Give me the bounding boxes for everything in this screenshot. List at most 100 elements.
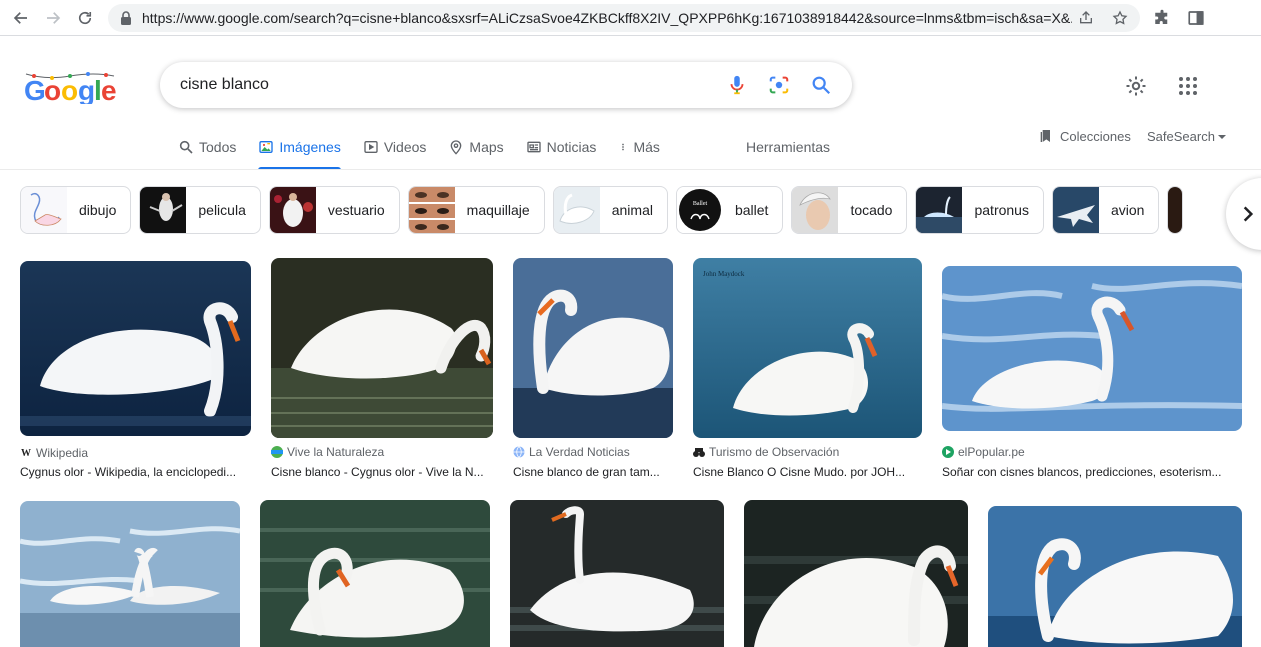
- image-icon: [259, 141, 274, 153]
- chip-label: tocado: [850, 202, 893, 218]
- result-source[interactable]: elPopular.pe: [942, 445, 1025, 459]
- image-result[interactable]: [260, 500, 490, 647]
- tab-noticias[interactable]: Noticias: [526, 136, 596, 170]
- url-text[interactable]: https://www.google.com/search?q=cisne+bl…: [142, 10, 1072, 26]
- result-image[interactable]: [744, 500, 968, 647]
- search-icon: [179, 140, 193, 154]
- reload-icon[interactable]: [74, 7, 96, 29]
- chip-label: pelicula: [198, 202, 246, 218]
- svg-text:o: o: [61, 75, 78, 104]
- chip-avion[interactable]: avion: [1051, 186, 1160, 234]
- apps-grid-icon[interactable]: [1176, 74, 1200, 98]
- image-result[interactable]: elPopular.pe Soñar con cisnes blancos, p…: [942, 266, 1242, 481]
- collections-button[interactable]: Colecciones: [1038, 128, 1131, 144]
- result-source[interactable]: Vive la Naturaleza: [271, 445, 384, 459]
- tab-label: Todos: [199, 139, 237, 155]
- tab-label: Más: [633, 139, 660, 155]
- collections-label: Colecciones: [1060, 128, 1131, 144]
- browser-toolbar: https://www.google.com/search?q=cisne+bl…: [0, 0, 1261, 36]
- image-result[interactable]: [20, 501, 240, 647]
- chip-animal[interactable]: animal: [552, 186, 668, 234]
- chip-pelicula[interactable]: pelicula: [139, 186, 261, 234]
- tools-button[interactable]: Herramientas: [746, 139, 830, 155]
- chip-tocado[interactable]: tocado: [791, 186, 908, 234]
- extensions-icon[interactable]: [1153, 9, 1171, 27]
- result-title[interactable]: Cisne blanco - Cygnus olor - Vive la N..…: [271, 465, 486, 479]
- chip-thumbnail: [269, 187, 316, 233]
- chip-ballet[interactable]: Ballet ballet: [675, 186, 784, 234]
- image-result[interactable]: Vive la Naturaleza Cisne blanco - Cygnus…: [271, 258, 493, 481]
- tab-imagenes[interactable]: Imágenes: [258, 136, 342, 170]
- result-image[interactable]: [510, 500, 724, 647]
- settings-gear-icon[interactable]: [1124, 74, 1148, 98]
- forward-icon[interactable]: [42, 7, 64, 29]
- image-result[interactable]: [510, 500, 724, 647]
- tab-label: Videos: [383, 139, 427, 155]
- tab-maps[interactable]: Maps: [448, 136, 504, 170]
- globe-favicon-icon: [513, 446, 525, 458]
- safesearch-button[interactable]: SafeSearch: [1147, 129, 1227, 144]
- back-icon[interactable]: [10, 7, 32, 29]
- image-result[interactable]: La Verdad Noticias Cisne blanco de gran …: [513, 258, 673, 481]
- chip-partial[interactable]: [1167, 186, 1184, 234]
- result-image[interactable]: John Maydock: [693, 258, 922, 438]
- result-title[interactable]: Cisne blanco de gran tam...: [513, 465, 673, 479]
- wikipedia-favicon-icon: W: [21, 447, 31, 459]
- chip-vestuario[interactable]: vestuario: [268, 186, 400, 234]
- microphone-icon[interactable]: [726, 74, 748, 96]
- chip-thumbnail: [140, 187, 187, 233]
- image-result[interactable]: [744, 500, 968, 647]
- share-icon[interactable]: [1078, 10, 1094, 26]
- chip-dibujo[interactable]: dibujo: [20, 186, 132, 234]
- source-name: elPopular.pe: [958, 445, 1025, 459]
- google-logo[interactable]: G o o g l e: [24, 70, 116, 104]
- search-input[interactable]: [180, 76, 700, 94]
- image-result[interactable]: W Wikipedia Cygnus olor - Wikipedia, la …: [20, 261, 251, 481]
- svg-text:John Maydock: John Maydock: [703, 270, 745, 278]
- result-title[interactable]: Cisne Blanco O Cisne Mudo. por JOH...: [693, 465, 922, 479]
- address-bar[interactable]: https://www.google.com/search?q=cisne+bl…: [108, 4, 1140, 32]
- result-image[interactable]: [942, 266, 1242, 431]
- result-source[interactable]: La Verdad Noticias: [513, 445, 630, 459]
- chip-label: maquillaje: [466, 202, 530, 218]
- result-image[interactable]: [513, 258, 673, 438]
- tab-videos[interactable]: Videos: [363, 136, 427, 170]
- result-source[interactable]: W Wikipedia: [20, 446, 88, 460]
- chip-thumbnail: [1052, 187, 1099, 233]
- result-image[interactable]: [988, 506, 1242, 647]
- search-box: [160, 62, 852, 108]
- chip-maquillaje[interactable]: maquillaje: [407, 186, 545, 234]
- image-result[interactable]: John Maydock Turismo de Observación Cisn…: [693, 258, 922, 481]
- chip-label: avion: [1110, 202, 1145, 218]
- source-name: Wikipedia: [36, 446, 89, 460]
- chips-next-button[interactable]: [1226, 178, 1261, 250]
- chip-label: vestuario: [327, 202, 385, 218]
- chip-thumbnail: [21, 187, 67, 233]
- chip-thumbnail: [916, 187, 963, 233]
- chip-thumbnail: [1168, 187, 1183, 233]
- result-image[interactable]: [260, 500, 490, 647]
- tab-mas[interactable]: Más: [618, 136, 660, 170]
- search-icon[interactable]: [810, 74, 832, 96]
- result-image[interactable]: [20, 261, 251, 436]
- result-title[interactable]: Cygnus olor - Wikipedia, la enciclopedi.…: [20, 465, 251, 479]
- camera-lens-icon[interactable]: [768, 74, 790, 96]
- source-name: Turismo de Observación: [709, 445, 840, 459]
- side-panel-icon[interactable]: [1187, 9, 1205, 27]
- image-result[interactable]: [988, 506, 1242, 647]
- chip-patronus[interactable]: patronus: [915, 186, 1044, 234]
- map-pin-icon: [451, 140, 462, 155]
- result-image[interactable]: [20, 501, 240, 647]
- elpopular-favicon-icon: [942, 446, 954, 458]
- chip-thumbnail: [553, 187, 600, 233]
- result-title[interactable]: Soñar con cisnes blancos, predicciones, …: [942, 465, 1234, 479]
- result-source[interactable]: Turismo de Observación: [693, 445, 839, 459]
- tab-todos[interactable]: Todos: [178, 136, 236, 170]
- safesearch-label: SafeSearch: [1147, 129, 1215, 144]
- chip-label: dibujo: [79, 202, 117, 218]
- search-tabs: Todos Imágenes Videos Maps Noticias Más: [178, 136, 682, 170]
- result-image[interactable]: [271, 258, 493, 438]
- related-search-chips: dibujo pelicula vestuario maquillaje ani…: [20, 186, 1191, 234]
- chip-label: patronus: [974, 202, 1029, 218]
- bookmark-star-icon[interactable]: [1112, 10, 1128, 26]
